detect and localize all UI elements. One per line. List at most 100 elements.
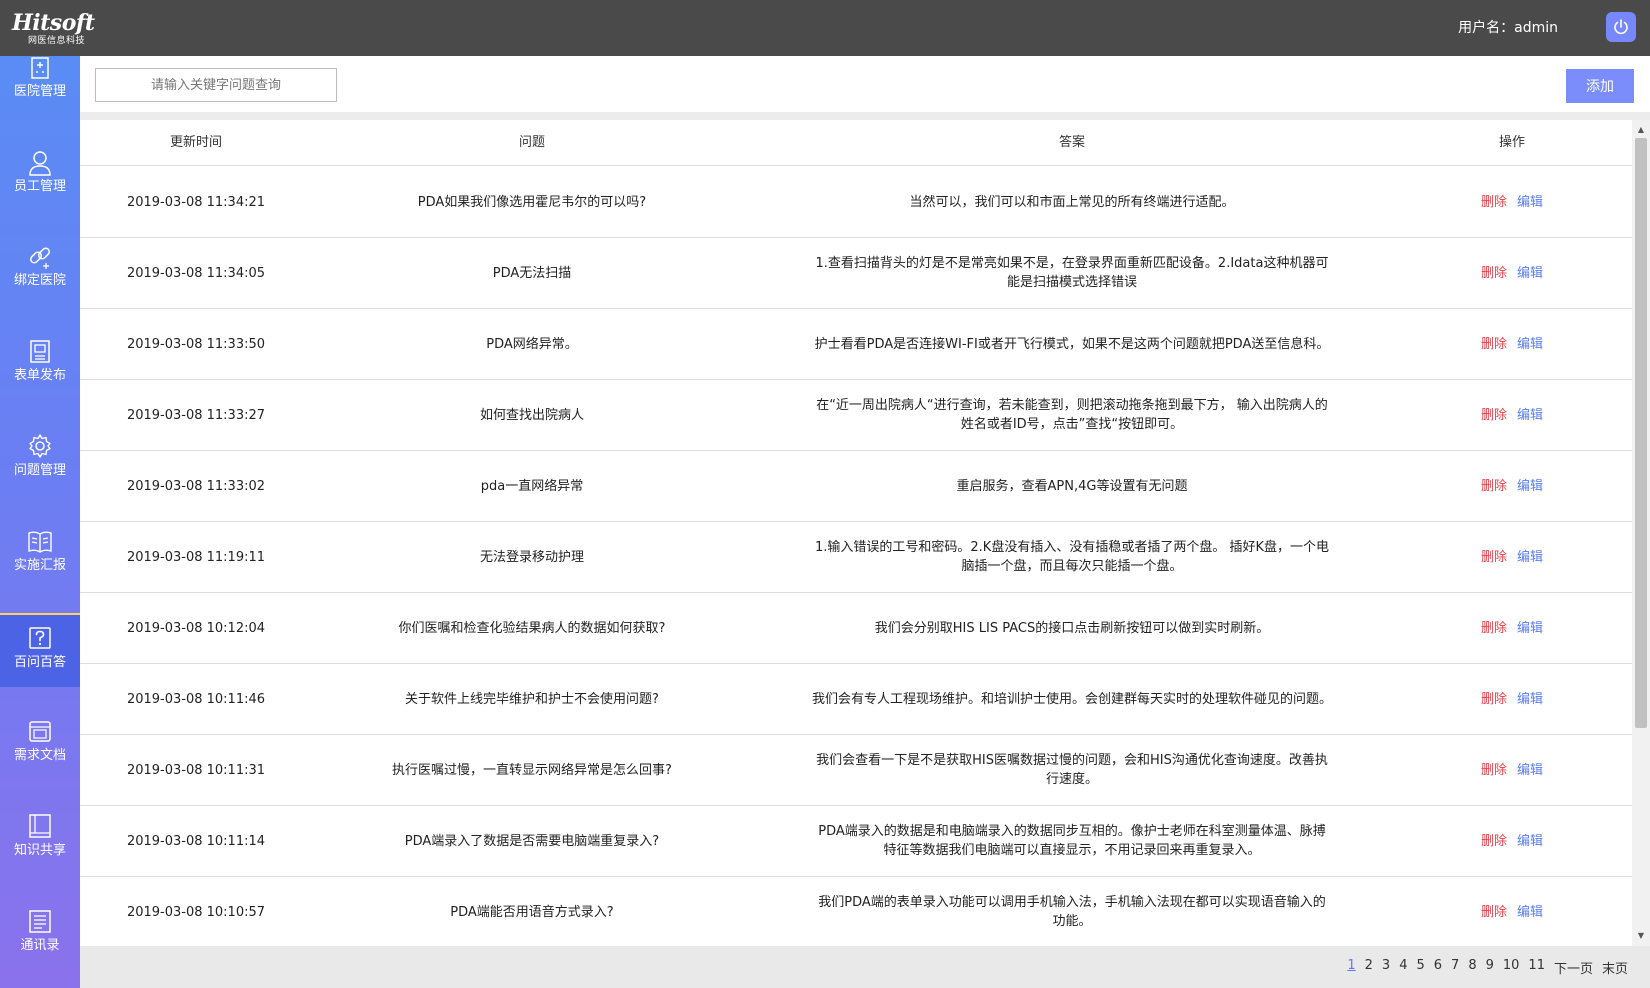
edit-link[interactable]: 编辑: [1517, 406, 1543, 425]
sidebar-item-requirements-doc[interactable]: 需求文档: [0, 708, 80, 782]
page-link[interactable]: 4: [1399, 958, 1407, 977]
update-time: 2019-03-08 10:12:04: [126, 620, 266, 636]
sidebar-item-label: 通讯录: [20, 938, 60, 953]
answer-text: 重启服务，查看APN,4G等设置有无问题: [956, 478, 1188, 494]
update-time: 2019-03-08 11:33:27: [126, 407, 266, 423]
page-link[interactable]: 7: [1451, 958, 1459, 977]
vertical-scrollbar[interactable]: ▲ ▼: [1632, 120, 1650, 946]
cell-actions: 删除 编辑: [1392, 309, 1632, 379]
cell-question: PDA端能否用语音方式录入?: [312, 877, 752, 946]
question-text: PDA端录入了数据是否需要电脑端重复录入?: [404, 833, 660, 849]
cell-question: 你们医嘱和检查化验结果病人的数据如何获取?: [312, 593, 752, 663]
page-link[interactable]: 5: [1416, 958, 1424, 977]
cell-update-time: 2019-03-08 11:33:50: [80, 309, 312, 379]
cell-update-time: 2019-03-08 10:11:31: [80, 735, 312, 805]
cell-question: 关于软件上线完毕维护和护士不会使用问题?: [312, 664, 752, 734]
cell-update-time: 2019-03-08 10:12:04: [80, 593, 312, 663]
page-link[interactable]: 6: [1434, 958, 1442, 977]
sidebar-item-form-publish[interactable]: 表单发布: [0, 328, 80, 402]
sidebar-item-question-management[interactable]: 问题管理: [0, 423, 80, 497]
delete-link[interactable]: 删除: [1481, 406, 1507, 425]
delete-link[interactable]: 删除: [1481, 193, 1507, 212]
cell-actions: 删除 编辑: [1392, 380, 1632, 450]
edit-link[interactable]: 编辑: [1517, 619, 1543, 638]
cell-update-time: 2019-03-08 11:34:05: [80, 238, 312, 308]
logo-subtext: 网医信息科技: [28, 36, 86, 46]
book-icon: [28, 531, 52, 553]
update-time: 2019-03-08 11:34:05: [126, 265, 266, 281]
delete-link[interactable]: 删除: [1481, 903, 1507, 922]
sidebar-item-label: 员工管理: [13, 179, 66, 194]
table-row: 2019-03-08 10:10:57 PDA端能否用语音方式录入? 我们PDA端的…: [80, 877, 1632, 946]
table-row: 2019-03-08 11:33:50 PDA网络异常。 护士看看PDA是否连接WI…: [80, 309, 1632, 380]
scroll-down-arrow-icon[interactable]: ▼: [1632, 928, 1650, 944]
sidebar-item-bind-hospital[interactable]: 绑定医院: [0, 233, 80, 307]
sidebar-item-label: 绑定医院: [13, 273, 66, 288]
answer-text: 我们会有专人工程现场维护。和培训护士使用。会创建群每天实时的处理软件碰见的问题。: [812, 691, 1333, 707]
user-info: 用户名：admin: [1458, 16, 1558, 40]
last-page-link[interactable]: 末页: [1602, 958, 1628, 977]
scrollbar-thumb[interactable]: [1635, 138, 1647, 728]
faq-table: 更新时间 问题 答案 操作 2019-03-08 11:34:21 PDA如果我们…: [80, 120, 1632, 946]
document-icon: [29, 721, 51, 742]
sidebar-item-faq[interactable]: 百问百答: [0, 613, 80, 687]
scroll-up-arrow-icon[interactable]: ▲: [1632, 122, 1650, 138]
cell-question: PDA无法扫描: [312, 238, 752, 308]
link-icon: [29, 247, 51, 269]
delete-link[interactable]: 删除: [1481, 690, 1507, 709]
page-link[interactable]: 11: [1528, 958, 1545, 977]
delete-link[interactable]: 删除: [1481, 832, 1507, 851]
edit-link[interactable]: 编辑: [1517, 761, 1543, 780]
delete-link[interactable]: 删除: [1481, 264, 1507, 283]
search-input[interactable]: [95, 68, 337, 102]
logout-button[interactable]: [1606, 12, 1636, 42]
knowledge-book-icon: [29, 814, 51, 838]
table-header: 更新时间 问题 答案 操作: [80, 120, 1632, 166]
delete-link[interactable]: 删除: [1481, 335, 1507, 354]
edit-link[interactable]: 编辑: [1517, 548, 1543, 567]
cell-actions: 删除 编辑: [1392, 664, 1632, 734]
page-link[interactable]: 3: [1382, 958, 1390, 977]
cell-question: PDA网络异常。: [312, 309, 752, 379]
edit-link[interactable]: 编辑: [1517, 335, 1543, 354]
sidebar-item-label: 医院管理: [13, 84, 66, 99]
edit-link[interactable]: 编辑: [1517, 477, 1543, 496]
page-link[interactable]: 9: [1486, 958, 1494, 977]
page-link[interactable]: 8: [1468, 958, 1476, 977]
page-link[interactable]: 1: [1347, 958, 1355, 977]
edit-link[interactable]: 编辑: [1517, 193, 1543, 212]
sidebar-item-label: 问题管理: [13, 463, 66, 478]
sidebar-item-knowledge-sharing[interactable]: 知识共享: [0, 803, 80, 877]
edit-link[interactable]: 编辑: [1517, 903, 1543, 922]
table-row: 2019-03-08 11:33:27 如何查找出院病人 在“近一周出院病人“进行查…: [80, 380, 1632, 451]
delete-link[interactable]: 删除: [1481, 761, 1507, 780]
column-header-actions: 操作: [1498, 135, 1525, 150]
question-text: 执行医嘱过慢，一直转显示网络异常是怎么回事?: [392, 762, 672, 778]
pagination: 1 2 3 4 5 6 7 8 9 10 11 下一页 末页: [1347, 958, 1628, 977]
next-page-link[interactable]: 下一页: [1554, 958, 1593, 977]
sidebar-item-contacts[interactable]: 通讯录: [0, 898, 80, 972]
cell-answer: 护士看看PDA是否连接WI-FI或者开飞行模式，如果不是这两个问题就把PDA送至…: [752, 309, 1392, 379]
divider: [80, 112, 1650, 120]
question-text: PDA无法扫描: [492, 265, 572, 281]
update-time: 2019-03-08 10:11:46: [126, 691, 266, 707]
sidebar-item-label: 知识共享: [13, 843, 66, 858]
question-text: 如何查找出院病人: [479, 407, 584, 423]
page-link[interactable]: 2: [1365, 958, 1373, 977]
sidebar-item-implementation-report[interactable]: 实施汇报: [0, 518, 80, 592]
cell-update-time: 2019-03-08 11:33:27: [80, 380, 312, 450]
edit-link[interactable]: 编辑: [1517, 690, 1543, 709]
edit-link[interactable]: 编辑: [1517, 832, 1543, 851]
sidebar-item-hospital-management[interactable]: 医院管理: [0, 56, 80, 118]
cell-actions: 删除 编辑: [1392, 522, 1632, 592]
hospital-icon: [31, 57, 49, 79]
delete-link[interactable]: 删除: [1481, 548, 1507, 567]
sidebar-item-staff-management[interactable]: 员工管理: [0, 139, 80, 213]
edit-link[interactable]: 编辑: [1517, 264, 1543, 283]
delete-link[interactable]: 删除: [1481, 477, 1507, 496]
cell-question: PDA端录入了数据是否需要电脑端重复录入?: [312, 806, 752, 876]
add-button[interactable]: 添加: [1566, 69, 1634, 103]
username: admin: [1514, 20, 1558, 36]
delete-link[interactable]: 删除: [1481, 619, 1507, 638]
page-link[interactable]: 10: [1503, 958, 1520, 977]
